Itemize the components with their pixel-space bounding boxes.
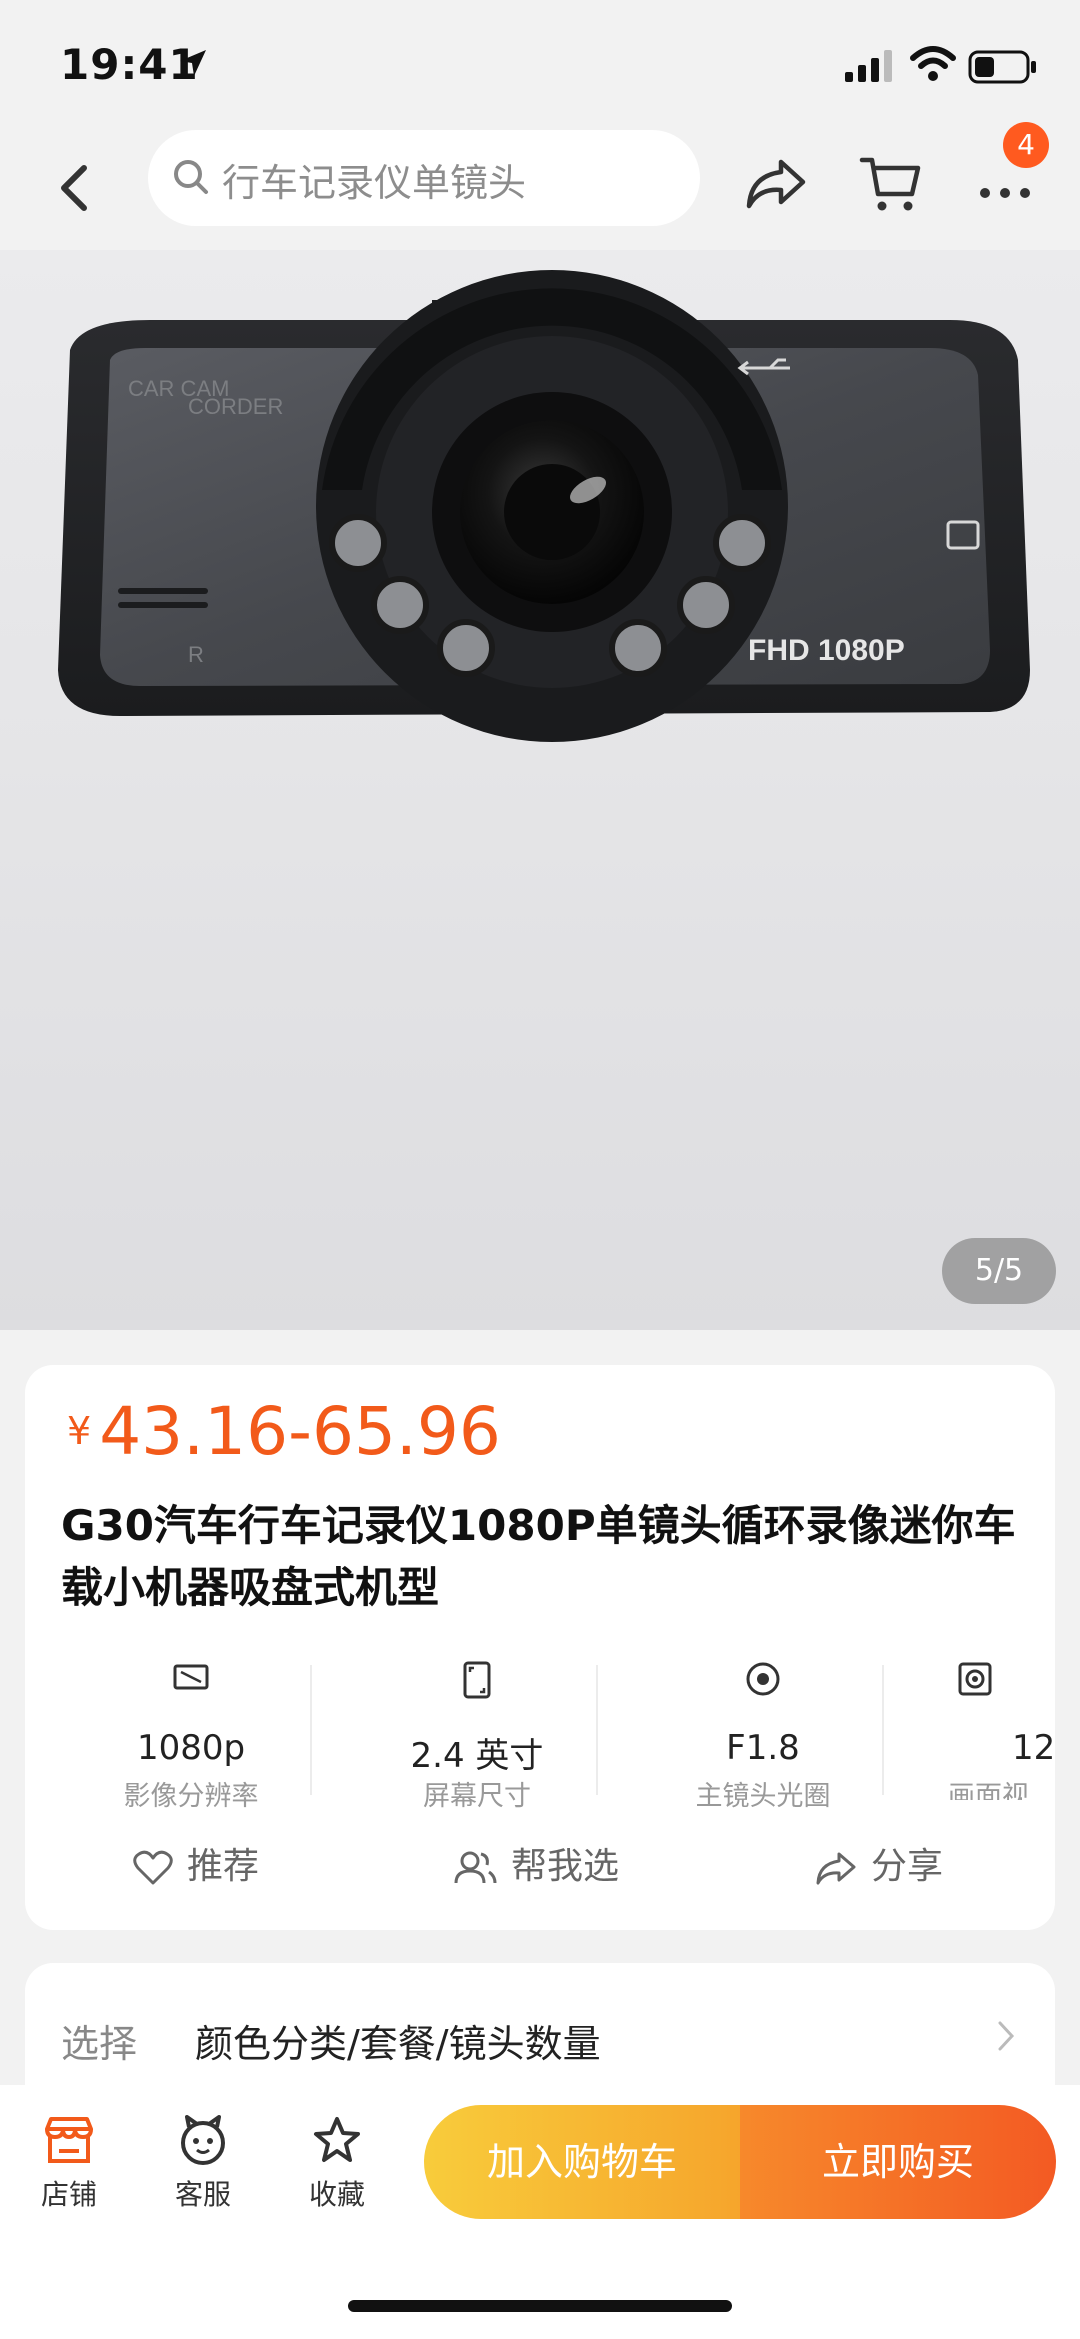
image-label-fhd: FHD 1080P: [748, 634, 905, 667]
location-arrow-icon: [180, 50, 206, 76]
view-angle-icon: [958, 1662, 992, 1696]
service-label: 客服: [174, 2178, 231, 2211]
store-label: 店铺: [40, 2178, 97, 2211]
search-bar[interactable]: 行车记录仪单镜头: [148, 130, 700, 226]
store-tab[interactable]: 店铺: [14, 2115, 124, 2225]
spec-divider: [882, 1665, 884, 1795]
buy-now-button[interactable]: 立即购买: [740, 2105, 1056, 2219]
search-icon: [174, 160, 208, 194]
select-label: 选择: [61, 2022, 138, 2066]
top-nav: 行车记录仪单镜头 4: [0, 122, 1080, 250]
star-icon: [314, 2117, 360, 2162]
spec-row[interactable]: 1080p 影像分辨率 2.4 英寸 屏幕尺寸 F1.8 主镜头光圈 120° …: [25, 1650, 1055, 1812]
spec-value: 1080p: [136, 1728, 246, 1768]
resolution-icon: [173, 1664, 209, 1690]
share-icon[interactable]: [745, 156, 807, 212]
product-title: G30汽车行车记录仪1080P单镜头循环录像迷你车载小机器吸盘式机型: [61, 1501, 1016, 1612]
price-currency: ¥: [67, 1409, 92, 1453]
spec-view-angle: 120° 画面视: [906, 1650, 1055, 1800]
cart-icon[interactable]: [858, 152, 922, 216]
help-choose-label: 帮我选: [511, 1846, 620, 1887]
battery-icon: [968, 50, 1036, 84]
image-pager: 5/5: [942, 1238, 1056, 1304]
spec-label: 主镜头光圈: [695, 1781, 831, 1812]
chevron-right-icon: [998, 2021, 1015, 2051]
share-button[interactable]: 分享: [815, 1837, 943, 1897]
back-arrow-icon[interactable]: [50, 158, 100, 218]
spec-aperture: F1.8 主镜头光圈: [620, 1650, 906, 1812]
customer-service-icon: [181, 2115, 225, 2165]
spec-value: 2.4 英寸: [410, 1736, 544, 1776]
spec-label: 影像分辨率: [123, 1781, 259, 1812]
share-label: 分享: [871, 1846, 944, 1887]
favorite-tab[interactable]: 收藏: [282, 2115, 392, 2225]
recommend-button[interactable]: 推荐: [133, 1837, 259, 1897]
image-label-r: R: [188, 642, 204, 667]
recommend-label: 推荐: [187, 1846, 260, 1887]
heart-icon: [133, 1850, 173, 1885]
service-tab[interactable]: 客服: [148, 2115, 258, 2225]
product-image[interactable]: CAR CAM CORDER FHD 1080P R: [0, 250, 1080, 1330]
search-placeholder: 行车记录仪单镜头: [222, 161, 527, 205]
status-bar: 19:41: [0, 0, 1080, 130]
price: ¥43.16-65.96: [67, 1393, 501, 1470]
screen-size-icon: [463, 1661, 491, 1699]
wifi-icon: [910, 46, 956, 81]
dashcam-photo: CAR CAM CORDER FHD 1080P R: [58, 270, 1030, 742]
add-to-cart-button[interactable]: 加入购物车: [424, 2105, 740, 2219]
image-label-corder: CORDER: [188, 394, 283, 419]
spec-divider: [596, 1665, 598, 1795]
action-row: 推荐 帮我选 分享: [25, 1837, 1055, 1897]
cellular-signal-icon: [845, 50, 892, 82]
share-small-icon: [816, 1852, 856, 1885]
home-indicator: [348, 2300, 732, 2312]
product-info-card: ¥43.16-65.96 G30汽车行车记录仪1080P单镜头循环录像迷你车载小…: [25, 1365, 1055, 1930]
help-choose-button[interactable]: 帮我选: [453, 1837, 619, 1897]
favorite-label: 收藏: [308, 2178, 365, 2211]
spec-label: 屏幕尺寸: [423, 1781, 531, 1812]
people-icon: [454, 1851, 497, 1884]
spec-divider: [310, 1665, 312, 1795]
store-icon: [45, 2117, 93, 2163]
spec-value: 120°: [1012, 1728, 1055, 1768]
spec-screen-size: 2.4 英寸 屏幕尺寸: [334, 1650, 620, 1812]
select-value: 颜色分类/套餐/镜头数量: [195, 2022, 601, 2066]
spec-resolution: 1080p 影像分辨率: [48, 1650, 334, 1812]
spec-value: F1.8: [726, 1728, 800, 1768]
spec-label: 画面视: [948, 1781, 1029, 1800]
price-amount: 43.16-65.96: [99, 1393, 501, 1470]
message-badge: 4: [1003, 122, 1049, 168]
aperture-icon: [746, 1662, 780, 1696]
